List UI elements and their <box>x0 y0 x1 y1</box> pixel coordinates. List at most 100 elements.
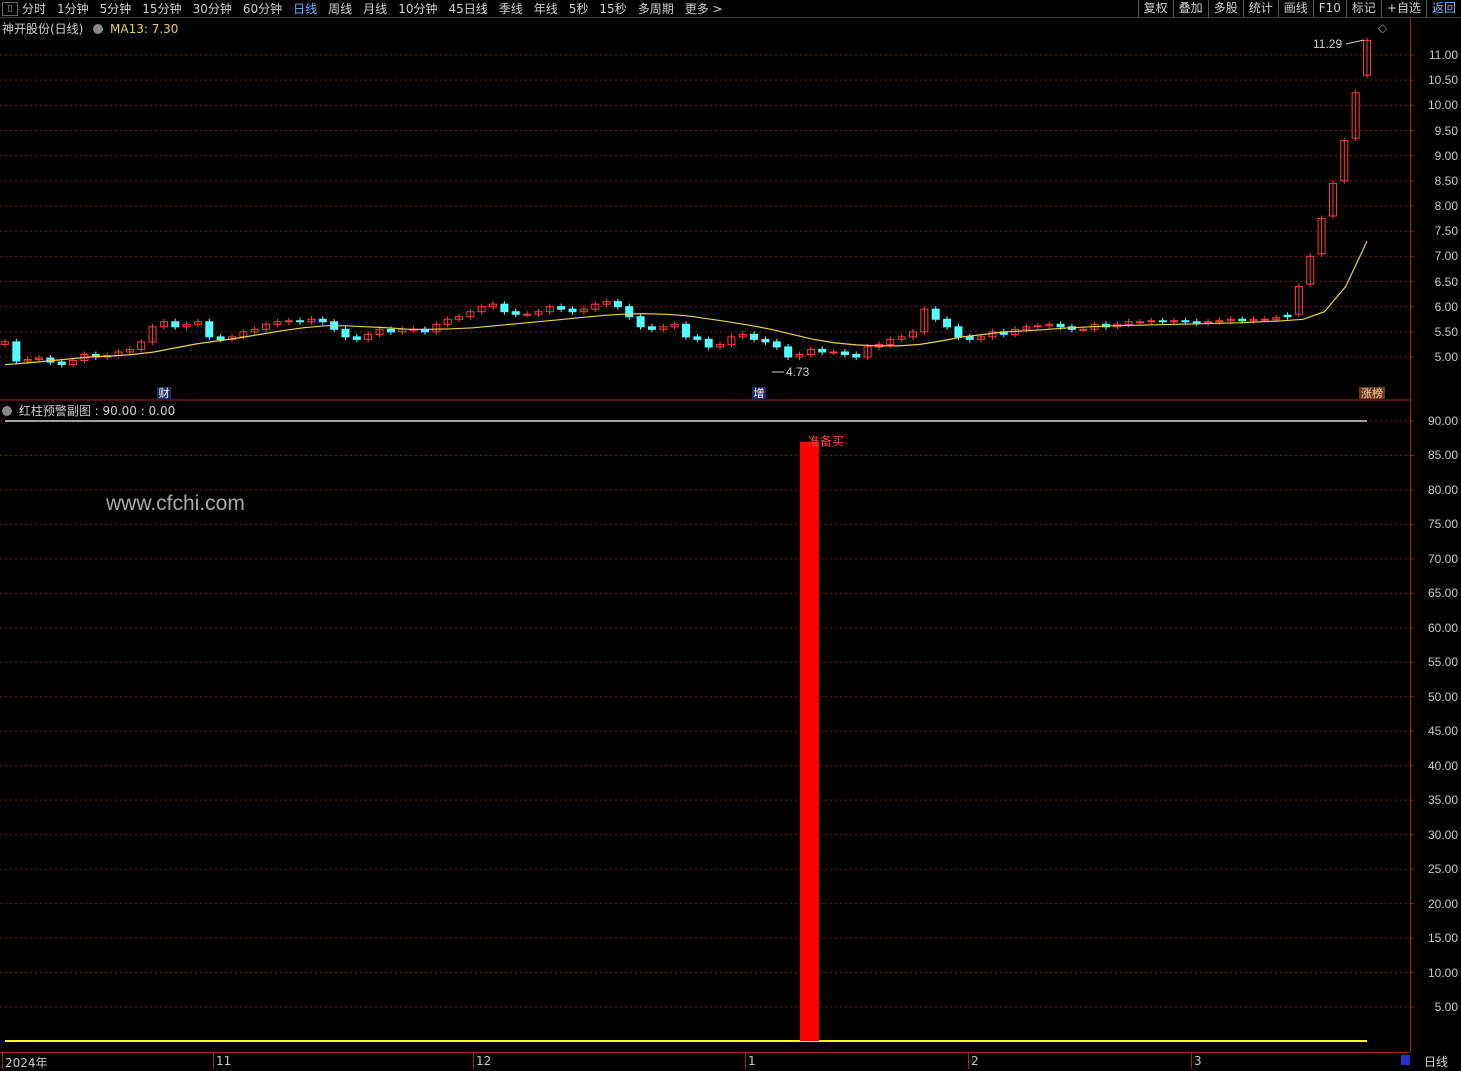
candle-body <box>1260 318 1269 321</box>
candle-body <box>818 348 827 353</box>
price-tick-label: 6.50 <box>1434 274 1458 289</box>
candle-body <box>1158 320 1167 323</box>
candle-body <box>57 361 66 366</box>
time-tick <box>1191 1053 1192 1069</box>
price-tick-label: 7.00 <box>1434 249 1458 264</box>
price-tick-label: 8.00 <box>1434 199 1458 213</box>
price-tick-label: 11.00 <box>1428 48 1458 62</box>
candle-body <box>761 338 770 343</box>
candle-body <box>386 328 395 333</box>
candle-body <box>943 318 952 328</box>
event-marker: 涨榜 <box>1361 386 1383 400</box>
time-tick <box>968 1053 969 1069</box>
sub-tick-label: 80.00 <box>1427 482 1458 497</box>
candle-body <box>613 301 622 308</box>
sub-tick-label: 60.00 <box>1427 620 1458 635</box>
scroll-marker[interactable] <box>1401 1055 1410 1065</box>
sub-tick-label: 30.00 <box>1427 827 1458 842</box>
sub-tick-label: 25.00 <box>1427 862 1458 877</box>
price-tick-label: 8.50 <box>1434 173 1458 188</box>
candle-body <box>296 320 305 323</box>
price-tick-label: 5.00 <box>1434 350 1458 364</box>
sub-tick-label: 70.00 <box>1427 551 1458 566</box>
time-tick-label: 2024年 <box>5 1056 48 1070</box>
time-tick <box>473 1053 474 1069</box>
candle-body <box>205 321 214 338</box>
candle-body <box>341 328 350 338</box>
candle-body <box>523 313 532 316</box>
price-tick-label: 6.00 <box>1434 299 1458 314</box>
event-marker: 增 <box>754 386 765 400</box>
time-tick-label: 11 <box>216 1054 232 1068</box>
diamond-icon: ◇ <box>1378 21 1388 35</box>
candle-body <box>1181 320 1190 323</box>
time-axis: 2024年 11 12 1 2 3 <box>0 1052 1410 1070</box>
sub-tick-label: 50.00 <box>1427 689 1458 704</box>
candle-body <box>1079 328 1088 331</box>
candle-body <box>1192 321 1201 324</box>
high-price-label: 11.29 <box>1313 37 1342 51</box>
price-tick-label: 7.50 <box>1434 224 1458 239</box>
candle-body <box>1056 323 1065 328</box>
candle-body <box>1283 314 1292 318</box>
candle-body <box>965 336 974 340</box>
candle-body <box>772 341 781 348</box>
candle-body <box>647 326 656 330</box>
sub-tick-label: 75.00 <box>1427 517 1458 532</box>
candle-body <box>557 306 566 310</box>
candle-body <box>1136 321 1144 324</box>
event-marker: 财 <box>159 386 170 400</box>
signal-bar-label: 准备买 <box>808 435 844 449</box>
time-tick-label: 1 <box>748 1054 756 1068</box>
sub-tick-label: 65.00 <box>1427 586 1458 601</box>
candle-body <box>704 338 713 348</box>
sub-tick-label: 85.00 <box>1427 448 1458 463</box>
time-tick <box>745 1053 746 1069</box>
price-axis: 11.00 10.50 10.00 9.50 9.00 8.50 8.00 7.50 7.00 6… <box>1410 18 1461 1052</box>
sub-tick-label: 35.00 <box>1427 793 1458 808</box>
price-tick-label: 10.00 <box>1427 98 1458 113</box>
candle-body <box>954 326 963 338</box>
time-tick <box>213 1053 214 1069</box>
sub-tick-label: 5.00 <box>1434 1000 1458 1014</box>
sub-tick-label: 90.00 <box>1427 414 1458 428</box>
time-tick <box>2 1053 3 1069</box>
sub-tick-label: 45.00 <box>1427 724 1458 739</box>
candle-body <box>318 318 327 323</box>
candle-body <box>852 353 861 358</box>
time-tick-label: 3 <box>1194 1054 1202 1068</box>
kline-chart[interactable]: 11.29 4.73 财 增 涨榜准备买 ◇ <box>0 0 1461 1068</box>
candle-body <box>750 333 759 340</box>
sub-tick-label: 40.00 <box>1427 758 1458 773</box>
price-tick-label: 5.50 <box>1434 324 1458 339</box>
sub-tick-label: 20.00 <box>1427 896 1458 911</box>
candle-body <box>568 308 577 313</box>
candle-body <box>636 316 645 328</box>
candle-body <box>511 311 520 315</box>
candle-body <box>829 351 838 354</box>
sub-tick-label: 10.00 <box>1427 965 1458 980</box>
candle-body <box>12 341 21 362</box>
time-tick-label: 12 <box>476 1054 492 1068</box>
price-tick-label: 10.50 <box>1427 73 1458 88</box>
candle-body <box>216 336 225 340</box>
candle-body <box>840 351 849 355</box>
high-arrow <box>1345 39 1365 45</box>
candle-body <box>931 308 940 320</box>
period-indicator[interactable]: 日线 <box>1411 1053 1461 1069</box>
candle-body <box>171 321 180 328</box>
candle-body <box>1238 318 1247 322</box>
low-price-label: 4.73 <box>786 365 810 379</box>
signal-bar <box>800 441 819 1041</box>
sub-tick-label: 15.00 <box>1427 931 1458 946</box>
candle-body <box>693 336 702 340</box>
candle-body <box>352 336 361 340</box>
candle-body <box>625 306 634 318</box>
ma13-line <box>4 240 1368 366</box>
time-tick-label: 2 <box>971 1054 979 1068</box>
candle-body <box>682 323 690 338</box>
sub-tick-label: 55.00 <box>1427 655 1458 670</box>
candle-body <box>784 346 793 358</box>
candle-body <box>500 303 509 313</box>
price-tick-label: 9.50 <box>1434 123 1458 138</box>
